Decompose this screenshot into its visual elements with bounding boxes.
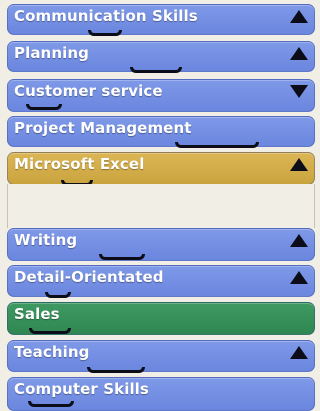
- accordion-item-label: Computer Skills: [14, 380, 149, 398]
- drag-handle[interactable]: [99, 254, 145, 260]
- accordion-item-label: Microsoft Excel: [14, 155, 145, 173]
- chevron-up-icon[interactable]: [290, 10, 308, 23]
- chevron-down-icon[interactable]: [290, 85, 308, 98]
- accordion-item-project-management[interactable]: Project Management: [7, 116, 315, 147]
- accordion-item-label: Planning: [14, 44, 89, 62]
- skills-accordion: Communication Skills Planning Customer s…: [0, 0, 320, 411]
- drag-handle[interactable]: [45, 292, 71, 298]
- accordion-item-label: Customer service: [14, 82, 163, 100]
- accordion-item-panel: [7, 184, 315, 228]
- drag-handle[interactable]: [175, 142, 259, 148]
- accordion-item-microsoft-excel[interactable]: Microsoft Excel: [7, 152, 315, 185]
- chevron-up-icon[interactable]: [290, 158, 308, 171]
- accordion-item-label: Teaching: [14, 343, 90, 361]
- drag-handle[interactable]: [87, 367, 145, 373]
- drag-handle[interactable]: [29, 328, 71, 334]
- accordion-item-communication-skills[interactable]: Communication Skills: [7, 4, 315, 35]
- accordion-item-label: Communication Skills: [14, 7, 198, 25]
- drag-handle[interactable]: [130, 67, 182, 73]
- chevron-up-icon[interactable]: [290, 234, 308, 247]
- accordion-item-label: Writing: [14, 231, 78, 249]
- chevron-up-icon[interactable]: [290, 271, 308, 284]
- accordion-item-label: Project Management: [14, 119, 192, 137]
- drag-handle[interactable]: [26, 104, 62, 110]
- drag-handle[interactable]: [28, 401, 74, 407]
- accordion-item-label: Detail-Orientated: [14, 268, 164, 286]
- accordion-item-label: Sales: [14, 305, 60, 323]
- accordion-item-teaching[interactable]: Teaching: [7, 340, 315, 372]
- chevron-up-icon[interactable]: [290, 47, 308, 60]
- accordion-item-writing[interactable]: Writing: [7, 228, 315, 261]
- chevron-up-icon[interactable]: [290, 346, 308, 359]
- drag-handle[interactable]: [88, 30, 122, 36]
